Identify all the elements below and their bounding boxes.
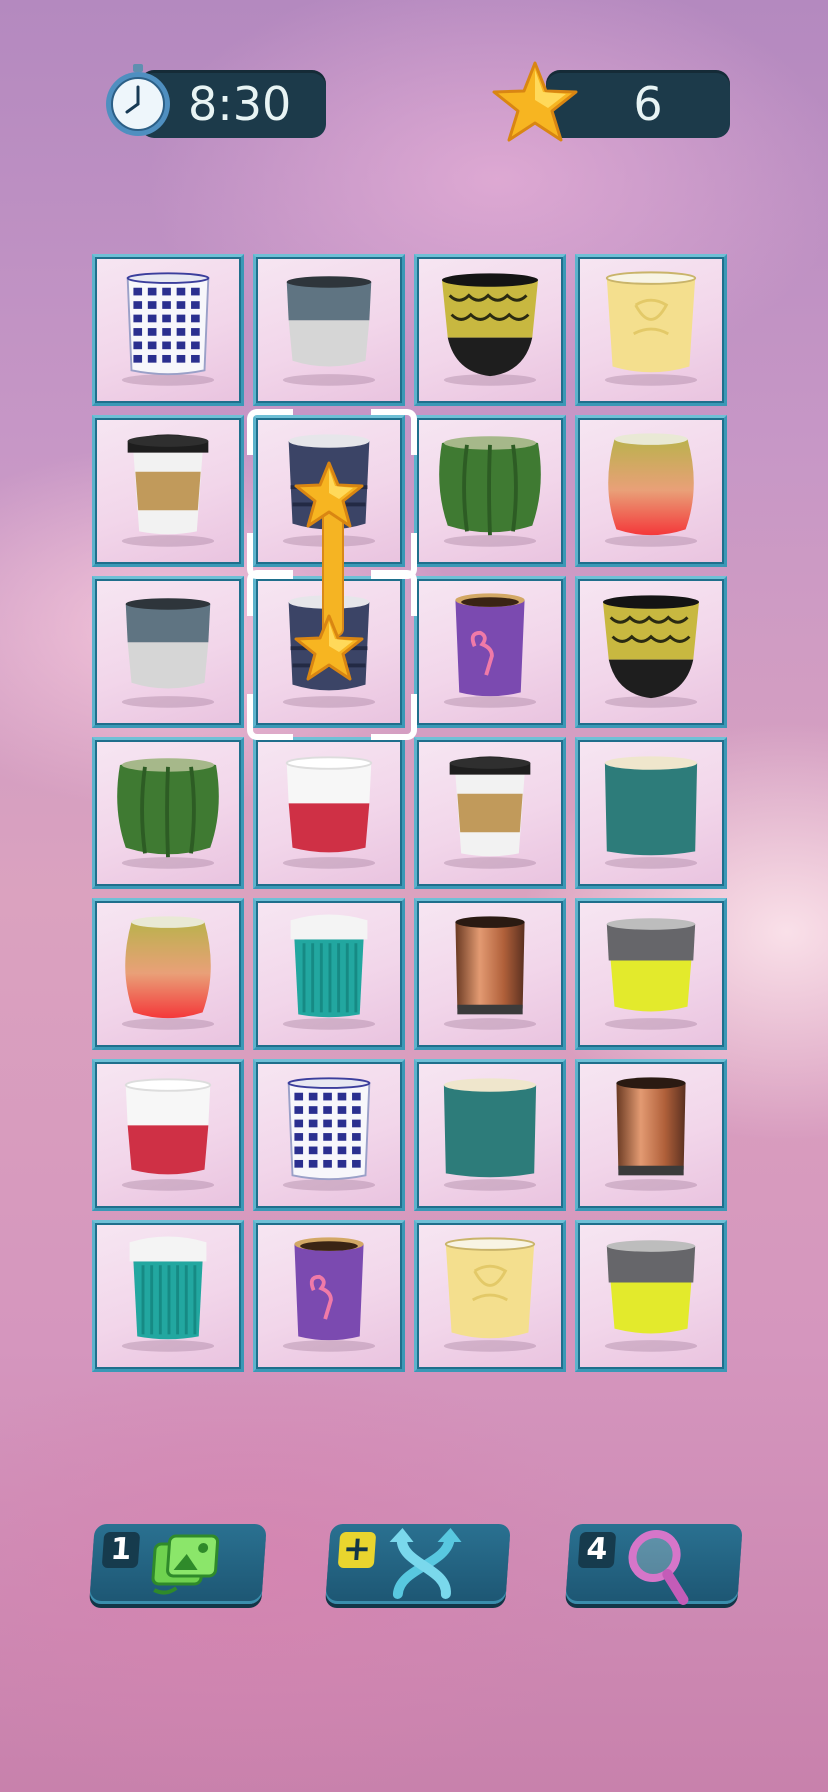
selection-corner xyxy=(371,409,417,455)
grey-yellow-cup-icon xyxy=(604,918,698,1030)
teal-ribbed-travel-cup-icon xyxy=(282,914,376,1030)
tile-grey-white-cup[interactable] xyxy=(92,576,244,728)
tile-grey-white-cup[interactable] xyxy=(253,254,405,406)
selection-corner xyxy=(247,570,293,616)
gold-leaf-black-cup-icon xyxy=(602,595,700,708)
tile-copper-cup[interactable] xyxy=(575,1059,727,1211)
tile-yellow-embossed-cup[interactable] xyxy=(575,254,727,406)
yellow-embossed-cup-icon xyxy=(604,271,698,386)
tile-gold-leaf-black-cup[interactable] xyxy=(575,576,727,728)
copper-cup-icon xyxy=(604,1077,698,1191)
hint-button[interactable]: 4 xyxy=(565,1524,743,1605)
tile-peach-gradient-cup[interactable] xyxy=(92,898,244,1050)
teal-ribbed-travel-cup-icon xyxy=(121,1236,215,1352)
star-icon xyxy=(492,61,578,142)
blue-pattern-cup-icon xyxy=(121,272,215,386)
grey-white-cup-icon xyxy=(282,276,376,386)
tile-takeaway-kraft-cup[interactable] xyxy=(92,415,244,567)
stopwatch-icon xyxy=(106,64,170,136)
red-white-silicone-cup-icon xyxy=(121,1078,215,1191)
swap-arrows-icon xyxy=(389,1528,462,1599)
tile-copper-cup[interactable] xyxy=(414,898,566,1050)
takeaway-kraft-cup-icon xyxy=(443,756,537,869)
shuffle-button[interactable]: 1 xyxy=(89,1524,267,1604)
yellow-embossed-cup-icon xyxy=(443,1237,537,1352)
tile-flamingo-purple-cup[interactable] xyxy=(253,1220,405,1372)
tile-teal-cup[interactable] xyxy=(414,1059,566,1211)
teal-cup-icon xyxy=(604,756,698,869)
tile-cactus-cup[interactable] xyxy=(92,737,244,889)
selection-corner xyxy=(371,694,417,740)
tile-gold-leaf-black-cup[interactable] xyxy=(414,254,566,406)
blue-pattern-cup-icon xyxy=(282,1077,376,1191)
tile-blue-pattern-cup[interactable] xyxy=(253,1059,405,1211)
shuffle-count-badge: 1 xyxy=(101,1532,141,1568)
grey-white-cup-icon xyxy=(121,598,215,708)
takeaway-kraft-cup-icon xyxy=(121,434,215,547)
flamingo-purple-cup-icon xyxy=(282,1237,376,1352)
tile-cactus-cup[interactable] xyxy=(414,415,566,567)
grey-yellow-cup-icon xyxy=(604,1240,698,1352)
cactus-cup-icon xyxy=(439,436,541,547)
tile-flamingo-purple-cup[interactable] xyxy=(414,576,566,728)
selection-corner xyxy=(247,694,293,740)
tile-grey-yellow-cup[interactable] xyxy=(575,898,727,1050)
peach-gradient-cup-icon xyxy=(604,433,698,547)
timer-text: 8:30 xyxy=(188,77,292,131)
tile-red-white-silicone-cup[interactable] xyxy=(92,1059,244,1211)
selection-star-icon xyxy=(294,461,364,528)
magnifier-icon xyxy=(628,1530,689,1605)
copper-cup-icon xyxy=(443,916,537,1030)
tile-peach-gradient-cup[interactable] xyxy=(575,415,727,567)
flamingo-purple-cup-icon xyxy=(443,593,537,708)
tile-red-white-silicone-cup[interactable] xyxy=(253,737,405,889)
selection-corner xyxy=(371,570,417,616)
cactus-cup-icon xyxy=(117,758,219,869)
selection-corner xyxy=(247,409,293,455)
swap-button[interactable]: + xyxy=(325,1524,511,1604)
tile-teal-ribbed-travel-cup[interactable] xyxy=(92,1220,244,1372)
gold-leaf-black-cup-icon xyxy=(441,273,539,386)
tile-takeaway-kraft-cup[interactable] xyxy=(414,737,566,889)
hint-count-badge: 4 xyxy=(577,1532,617,1568)
peach-gradient-cup-icon xyxy=(121,916,215,1030)
star-count-text: 6 xyxy=(633,77,663,131)
tile-grey-yellow-cup[interactable] xyxy=(575,1220,727,1372)
tile-yellow-embossed-cup[interactable] xyxy=(414,1220,566,1372)
teal-cup-icon xyxy=(443,1078,537,1191)
tile-teal-cup[interactable] xyxy=(575,737,727,889)
tile-teal-ribbed-travel-cup[interactable] xyxy=(253,898,405,1050)
selection-star-icon xyxy=(294,614,364,681)
red-white-silicone-cup-icon xyxy=(282,756,376,869)
add-swap-badge: + xyxy=(337,1529,377,1569)
shuffle-images-icon xyxy=(151,1534,220,1595)
tile-blue-pattern-cup[interactable] xyxy=(92,254,244,406)
